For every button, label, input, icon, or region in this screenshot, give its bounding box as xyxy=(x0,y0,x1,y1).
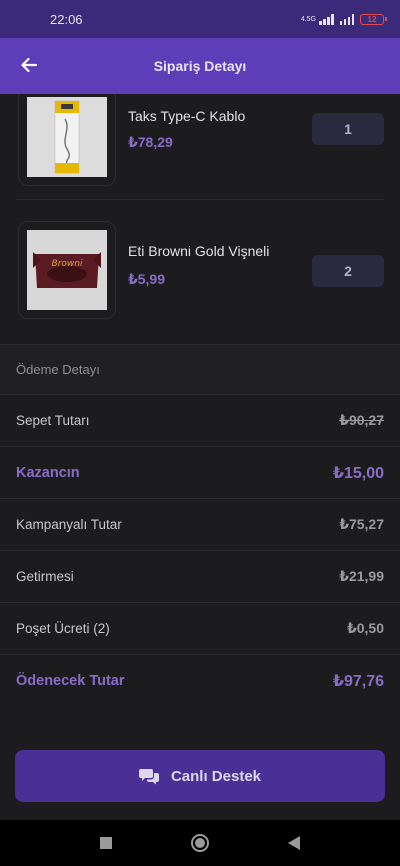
savings-label: Kazancın xyxy=(16,464,80,481)
circle-icon xyxy=(191,834,209,852)
savings-value: ₺15,00 xyxy=(332,464,384,482)
battery-icon: 12 xyxy=(360,13,387,25)
divider xyxy=(16,199,384,200)
cable-package-icon xyxy=(27,97,107,177)
network-label: 4.5G xyxy=(300,15,316,23)
product-image-frame xyxy=(18,94,116,186)
product-image-frame: Browni xyxy=(18,221,116,319)
campaign-total-label: Kampanyalı Tutar xyxy=(16,517,122,532)
brownie-product-image: Browni xyxy=(27,230,107,310)
payment-title: Ödeme Detayı xyxy=(0,345,400,395)
quantity-box: 1 xyxy=(312,113,384,145)
quantity-box: 2 xyxy=(312,255,384,287)
brownie-brand-text: Browni xyxy=(52,259,83,269)
delivery-fee-label: Getirmesi xyxy=(16,569,74,584)
product-item: Browni Eti Browni Gold Vişneli ₺5,99 2 xyxy=(0,209,400,351)
product-price: ₺5,99 xyxy=(128,271,165,287)
recents-button[interactable] xyxy=(94,831,118,855)
product-name: Eti Browni Gold Vişneli xyxy=(128,243,270,259)
product-name: Taks Type-C Kablo xyxy=(128,108,246,124)
back-button[interactable] xyxy=(16,52,42,78)
savings-row: Kazancın ₺15,00 xyxy=(0,447,400,499)
square-icon xyxy=(100,837,112,849)
order-detail-content[interactable]: Taks Type-C Kablo ₺78,29 1 Browni Eti Br… xyxy=(0,94,400,732)
status-time: 22:06 xyxy=(50,11,83,27)
campaign-total-value: ₺75,27 xyxy=(339,516,384,532)
arrow-left-icon xyxy=(21,57,38,73)
triangle-back-icon xyxy=(288,836,300,850)
app-bar: Sipariş Detayı xyxy=(0,38,400,94)
live-support-button[interactable]: Canlı Destek xyxy=(15,750,385,802)
page-title: Sipariş Detayı xyxy=(153,58,247,74)
campaign-total-row: Kampanyalı Tutar ₺75,27 xyxy=(0,499,400,551)
bag-fee-value: ₺0,50 xyxy=(347,620,384,636)
delivery-fee-row: Getirmesi ₺21,99 xyxy=(0,551,400,603)
product-price: ₺78,29 xyxy=(128,134,173,150)
cart-total-value: ₺90,27 xyxy=(339,412,384,428)
status-icons: 4.5G 12 xyxy=(300,13,387,25)
product-item: Taks Type-C Kablo ₺78,29 1 xyxy=(0,94,400,208)
signal-icon xyxy=(319,13,334,25)
payable-total-value: ₺97,76 xyxy=(332,673,384,690)
bag-fee-row: Poşet Ücreti (2) ₺0,50 xyxy=(0,603,400,655)
support-bar: Canlı Destek xyxy=(0,732,400,820)
signal-icon-2 xyxy=(339,13,354,25)
system-nav-bar xyxy=(0,820,400,866)
brownie-package-icon: Browni xyxy=(27,230,107,310)
cart-total-row: Sepet Tutarı ₺90,27 xyxy=(0,395,400,447)
home-button[interactable] xyxy=(188,831,212,855)
bag-fee-label: Poşet Ücreti (2) xyxy=(16,621,110,636)
payment-details: Ödeme Detayı Sepet Tutarı ₺90,27 Kazancı… xyxy=(0,344,400,732)
cable-product-image xyxy=(27,97,107,177)
back-nav-button[interactable] xyxy=(282,831,306,855)
chat-bubbles-icon xyxy=(138,769,159,785)
status-bar: 22:06 4.5G 12 xyxy=(0,0,400,38)
payable-total-label: Ödenecek Tutar xyxy=(16,673,125,689)
payable-total-row: Ödenecek Tutar ₺97,76 xyxy=(0,655,400,707)
live-support-label: Canlı Destek xyxy=(170,767,262,785)
cart-total-label: Sepet Tutarı xyxy=(16,413,90,428)
delivery-fee-value: ₺21,99 xyxy=(339,568,384,584)
